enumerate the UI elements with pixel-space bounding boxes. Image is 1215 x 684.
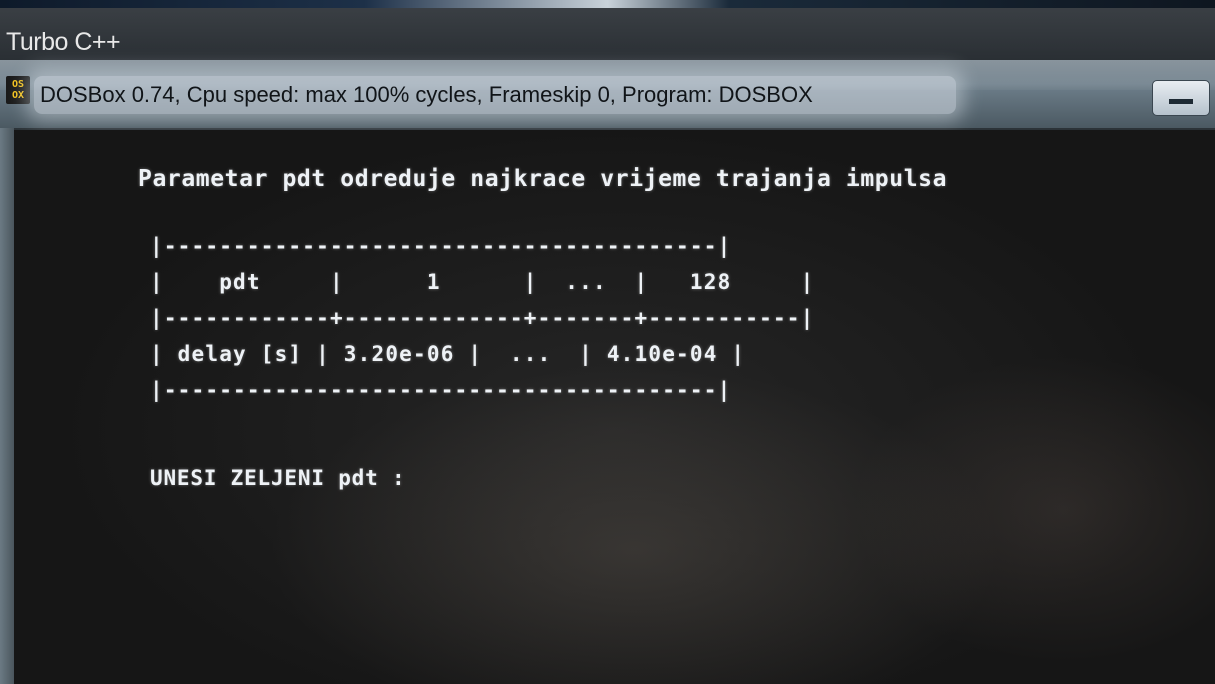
- table-border-top: |---------------------------------------…: [150, 234, 732, 258]
- turbo-cpp-window-titlebar: Turbo C++: [0, 8, 1215, 60]
- table-header-row: | pdt | 1 | ... | 128 |: [150, 270, 815, 294]
- dosbox-app-icon[interactable]: OS OX: [6, 76, 30, 104]
- turbo-cpp-window-title[interactable]: Turbo C++: [6, 28, 121, 58]
- dosbox-icon-line-1: OS: [11, 79, 25, 90]
- input-prompt: UNESI ZELJENI pdt :: [150, 466, 406, 490]
- window-left-frame: [0, 128, 14, 684]
- minimize-icon: [1169, 99, 1193, 104]
- dos-console[interactable]: Parametar pdt odreduje najkrace vrijeme …: [14, 130, 1215, 684]
- minimize-button[interactable]: [1152, 80, 1210, 116]
- table-separator: |------------+-------------+-------+----…: [150, 306, 815, 330]
- console-heading: Parametar pdt odreduje najkrace vrijeme …: [138, 166, 948, 192]
- dosbox-window-title: DOSBox 0.74, Cpu speed: max 100% cycles,…: [40, 82, 813, 107]
- windows-taskbar: [0, 0, 1215, 8]
- dosbox-titlebar[interactable]: OS OX DOSBox 0.74, Cpu speed: max 100% c…: [0, 60, 1215, 130]
- table-delay-row: | delay [s] | 3.20e-06 | ... | 4.10e-04 …: [150, 342, 746, 366]
- dosbox-icon-line-2: OX: [11, 90, 25, 101]
- table-border-bottom: |---------------------------------------…: [150, 378, 732, 402]
